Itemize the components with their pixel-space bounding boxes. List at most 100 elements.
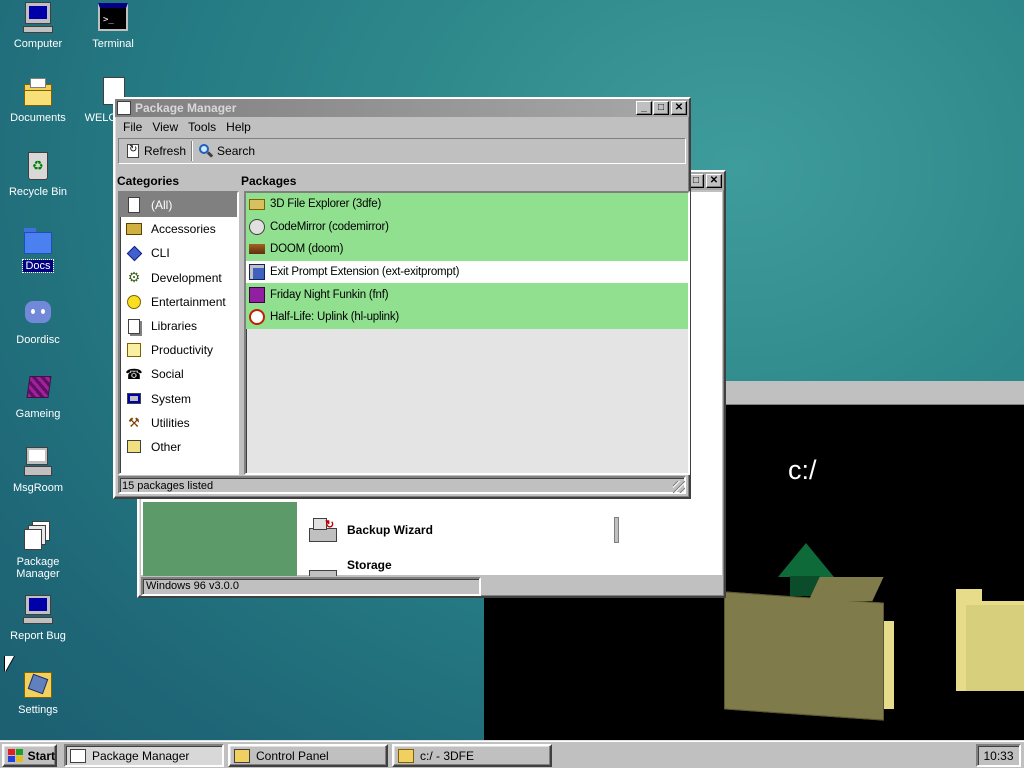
task-label: Control Panel (256, 748, 329, 763)
doom-icon (249, 244, 265, 255)
desktop-icon-label: Documents (10, 112, 66, 124)
category-label: CLI (151, 246, 170, 261)
mouse-cursor-icon (5, 656, 14, 672)
task-3dfe[interactable]: c:/ - 3DFE (392, 744, 552, 767)
category-cli[interactable]: CLI (120, 241, 237, 265)
codemirror-icon (249, 218, 265, 235)
category-entertainment[interactable]: Entertainment (120, 290, 237, 314)
task-control-panel[interactable]: Control Panel (228, 744, 388, 767)
recycle-bin-icon: ♻ (22, 150, 54, 182)
desktop-icon-docs[interactable]: Docs (0, 224, 76, 273)
category-utilities[interactable]: ⚒ Utilities (120, 411, 237, 435)
status-text: 15 packages listed (122, 480, 214, 492)
exit-prompt-icon (249, 264, 265, 281)
minimize-button[interactable]: _ (636, 101, 652, 115)
toolbar-separator (191, 141, 194, 161)
search-label: Search (217, 144, 256, 158)
desktop-icon-computer[interactable]: Computer (0, 2, 76, 50)
package-manager-icon (70, 748, 86, 763)
desktop-icon-doordisc[interactable]: Doordisc (0, 298, 76, 346)
packages-list[interactable]: 3D File Explorer (3dfe) CodeMirror (code… (244, 191, 690, 475)
taskbar: Start Package Manager Control Panel c:/ … (0, 740, 1024, 768)
category-social[interactable]: ☎ Social (120, 362, 237, 386)
categories-list[interactable]: (All) Accessories CLI ⚙ Development Ente… (118, 191, 239, 475)
category-accessories[interactable]: Accessories (120, 217, 237, 241)
desktop-icon-report-bug[interactable]: Report Bug (0, 594, 76, 642)
control-panel-icon (234, 748, 250, 763)
desktop-icon-label: Docs (22, 259, 54, 273)
category-all[interactable]: (All) (120, 193, 237, 218)
package-manager-icon (22, 520, 54, 552)
package-row[interactable]: Friday Night Funkin (fnf) (246, 283, 688, 306)
window-title: Package Manager (135, 101, 237, 115)
package-manager-titlebar[interactable]: Package Manager _ □ ✕ (115, 99, 689, 117)
accessories-icon (123, 220, 145, 238)
package-row[interactable]: 3D File Explorer (3dfe) (246, 193, 688, 216)
desktop-icon-settings[interactable]: Settings (0, 668, 76, 716)
folder-3d-icon[interactable] (724, 577, 894, 721)
settings-icon (22, 668, 54, 700)
desktop-icon-label: Report Bug (10, 630, 66, 642)
folder-3d-icon-secondary[interactable] (956, 589, 1024, 691)
package-label: 3D File Explorer (3dfe) (270, 198, 382, 211)
category-label: Libraries (151, 319, 198, 334)
control-panel-item-label: Storage (347, 558, 392, 572)
start-logo-icon (8, 748, 23, 763)
report-bug-icon (22, 594, 54, 626)
category-libraries[interactable]: Libraries (120, 314, 237, 338)
desktop-icon-label: Package Manager (16, 556, 60, 580)
task-package-manager[interactable]: Package Manager (64, 744, 224, 767)
category-label: (All) (151, 198, 173, 213)
desktop-icon-documents[interactable]: Documents (0, 76, 76, 124)
close-button[interactable]: ✕ (671, 101, 687, 115)
smiley-icon (123, 293, 145, 311)
terminal-icon: >_ (97, 2, 129, 34)
start-label: Start (27, 748, 55, 763)
libraries-icon (123, 317, 145, 335)
menu-tools[interactable]: Tools (184, 120, 222, 134)
control-panel-item[interactable]: ↻ Backup Wizard (307, 516, 433, 544)
control-panel-sidebar (143, 502, 297, 576)
control-panel-scrollbar[interactable] (614, 517, 619, 543)
cli-icon (123, 244, 145, 262)
refresh-icon: ↻ (125, 143, 141, 159)
system-tray-clock[interactable]: 10:33 (976, 744, 1021, 767)
package-manager-window[interactable]: Package Manager _ □ ✕ File View Tools He… (113, 97, 691, 499)
maximize-button[interactable]: □ (653, 101, 669, 115)
start-button[interactable]: Start (2, 744, 57, 767)
category-label: Utilities (151, 415, 190, 430)
control-panel-item[interactable]: Storage (307, 558, 392, 576)
fnf-icon (249, 286, 265, 303)
desktop-icon-recycle-bin[interactable]: ♻ Recycle Bin (0, 150, 76, 198)
category-development[interactable]: ⚙ Development (120, 266, 237, 290)
menu-view[interactable]: View (148, 120, 184, 134)
package-row[interactable]: DOOM (doom) (246, 238, 688, 261)
parent-arrow-icon[interactable] (778, 543, 834, 577)
menu-help[interactable]: Help (222, 120, 257, 134)
desktop-icon-terminal[interactable]: >_ Terminal (75, 2, 151, 50)
toolbar: ↻ Refresh Search (118, 138, 686, 164)
close-button[interactable]: ✕ (706, 174, 722, 188)
search-button[interactable]: Search (194, 141, 259, 161)
desktop-icon-msgroom[interactable]: MsgRoom (0, 446, 76, 494)
desktop-icon-label: Gameing (15, 408, 61, 420)
categories-heading: Categories (117, 174, 180, 188)
category-system[interactable]: System (120, 387, 237, 411)
package-row[interactable]: Exit Prompt Extension (ext-exitprompt) (246, 260, 688, 284)
desktop-icon-package-manager[interactable]: Package Manager (0, 520, 76, 580)
resize-grip-icon[interactable] (673, 481, 685, 493)
menu-bar: File View Tools Help (115, 117, 689, 137)
category-other[interactable]: Other (120, 435, 237, 459)
package-row[interactable]: CodeMirror (codemirror) (246, 215, 688, 239)
category-label: Development (151, 270, 222, 285)
social-icon: ☎ (125, 365, 143, 382)
folder-icon (398, 748, 414, 763)
package-row[interactable]: Half-Life: Uplink (hl-uplink) (246, 305, 688, 329)
development-icon: ⚙ (127, 269, 141, 286)
category-productivity[interactable]: Productivity (120, 338, 237, 362)
desktop-icon-gameing[interactable]: Gameing (0, 372, 76, 420)
folder-icon (249, 198, 265, 210)
refresh-button[interactable]: ↻ Refresh (121, 141, 190, 161)
storage-icon (307, 558, 339, 576)
menu-file[interactable]: File (119, 120, 148, 134)
